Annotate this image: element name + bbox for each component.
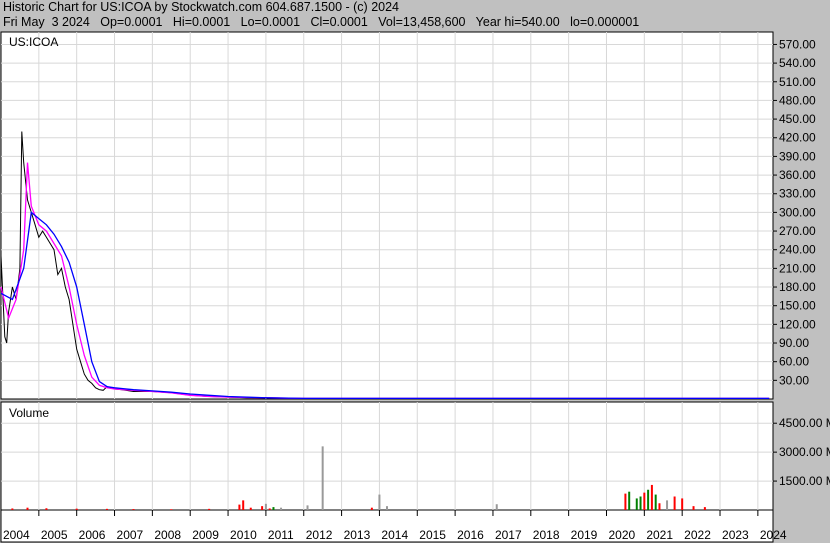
price-tick-label: 180.00: [779, 280, 816, 294]
price-tick-label: 30.00: [779, 373, 809, 387]
price-tick-label: 90.00: [779, 336, 809, 350]
price-tick-label: 330.00: [779, 187, 816, 201]
x-tick-label: 2021: [646, 528, 673, 542]
price-tick-label: 570.00: [779, 37, 816, 51]
x-tick-label: 2016: [457, 528, 484, 542]
volume-tick-label: 3000.00 M: [779, 445, 830, 459]
price-tick-label: 540.00: [779, 56, 816, 70]
price-tick-label: 480.00: [779, 93, 816, 107]
x-tick-label: 2004: [3, 528, 30, 542]
x-tick-label: 2011: [268, 528, 294, 542]
price-tick-label: 60.00: [779, 355, 809, 369]
volume-tick-label: 1500.00 M: [779, 474, 830, 488]
price-tick-label: 150.00: [779, 299, 816, 313]
x-tick-label: 2006: [79, 528, 106, 542]
x-tick-label: 2024: [760, 528, 787, 542]
price-tick-label: 510.00: [779, 75, 816, 89]
x-tick-label: 2007: [117, 528, 144, 542]
symbol-label: US:ICOA: [9, 35, 58, 49]
stock-chart: 2004 2005 2006 2007 2008 2009 2010 2011 2012 2013…: [0, 31, 830, 543]
x-tick-label: 2008: [154, 528, 181, 542]
x-tick-label: 2019: [571, 528, 598, 542]
x-tick-label: 2023: [722, 528, 749, 542]
x-tick-label: 2020: [608, 528, 635, 542]
price-tick-label: 210.00: [779, 261, 816, 275]
price-tick-label: 450.00: [779, 112, 816, 126]
volume-panel: [0, 401, 774, 511]
volume-label: Volume: [9, 406, 49, 420]
x-tick-label: 2017: [495, 528, 522, 542]
x-tick-label: 2010: [230, 528, 257, 542]
x-tick-label: 2009: [192, 528, 219, 542]
price-tick-label: 120.00: [779, 317, 816, 331]
x-tick-label: 2012: [306, 528, 333, 542]
x-tick-label: 2014: [381, 528, 408, 542]
x-tick-label: 2005: [41, 528, 68, 542]
volume-tick-label: 4500.00 M: [779, 416, 830, 430]
price-tick-label: 270.00: [779, 224, 816, 238]
price-tick-label: 240.00: [779, 243, 816, 257]
x-tick-label: 2022: [684, 528, 711, 542]
x-tick-label: 2015: [419, 528, 446, 542]
x-tick-label: 2013: [344, 528, 371, 542]
price-tick-label: 420.00: [779, 131, 816, 145]
price-tick-label: 300.00: [779, 205, 816, 219]
price-tick-label: 390.00: [779, 149, 816, 163]
price-tick-label: 360.00: [779, 168, 816, 182]
price-panel: [0, 31, 774, 400]
x-tick-label: 2018: [533, 528, 560, 542]
